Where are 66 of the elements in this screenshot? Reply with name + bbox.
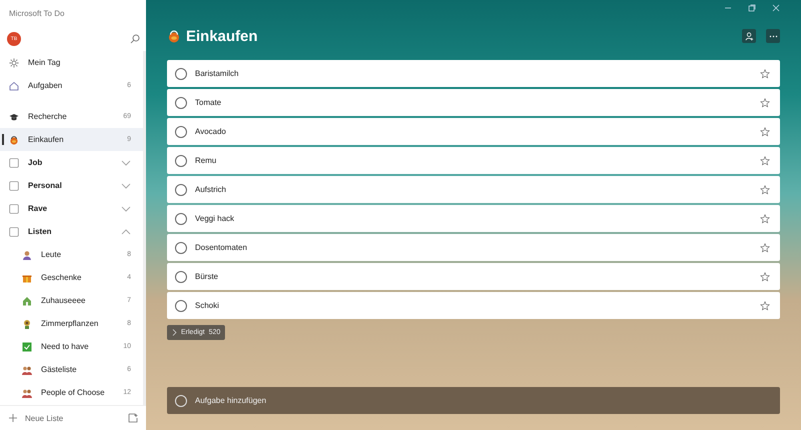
task-row[interactable]: Aufstrich xyxy=(167,176,780,203)
group-icon xyxy=(9,180,19,190)
checkmark-icon xyxy=(22,342,32,352)
home-icon xyxy=(9,80,19,90)
chevron-down-icon xyxy=(121,182,131,188)
people-icon xyxy=(22,388,32,398)
maximize-icon xyxy=(748,4,756,12)
new-group-icon xyxy=(128,413,138,423)
group-icon xyxy=(9,204,19,214)
add-task-field[interactable]: Aufgabe hinzufügen xyxy=(167,387,780,414)
complete-checkbox[interactable] xyxy=(175,300,187,312)
star-icon xyxy=(760,68,770,78)
star-icon xyxy=(760,300,770,310)
group-icon xyxy=(9,158,19,168)
chevron-right-icon xyxy=(172,329,177,336)
task-row[interactable]: Tomate xyxy=(167,89,780,116)
task-row[interactable]: Schoki xyxy=(167,292,780,319)
task-row[interactable]: Baristamilch xyxy=(167,60,780,87)
people-icon xyxy=(22,364,32,374)
star-icon xyxy=(760,126,770,136)
task-row[interactable]: Remu xyxy=(167,147,780,174)
share-button[interactable] xyxy=(742,29,756,43)
group-header[interactable]: Listen xyxy=(0,220,143,243)
complete-checkbox[interactable] xyxy=(175,270,187,282)
complete-checkbox[interactable] xyxy=(175,68,187,80)
close-icon xyxy=(772,4,780,12)
chevron-down-icon xyxy=(121,206,131,212)
star-icon xyxy=(760,242,770,252)
gift-icon xyxy=(22,272,32,282)
task-row[interactable]: Veggi hack xyxy=(167,205,780,232)
person-icon xyxy=(22,250,32,260)
flower-icon xyxy=(22,318,32,328)
task-row[interactable]: Bürste xyxy=(167,263,780,290)
complete-checkbox[interactable] xyxy=(175,184,187,196)
star-icon xyxy=(760,184,770,194)
chevron-down-icon xyxy=(121,160,131,166)
group-header[interactable]: Rave xyxy=(0,197,143,220)
basket-icon xyxy=(167,29,181,43)
task-row[interactable]: Avocado xyxy=(167,118,780,145)
star-icon xyxy=(760,214,770,224)
complete-checkbox[interactable] xyxy=(175,96,187,108)
sun-icon xyxy=(9,58,19,68)
basket-icon xyxy=(9,134,19,144)
search-icon xyxy=(130,34,140,44)
complete-checkbox[interactable] xyxy=(175,242,187,254)
group-icon xyxy=(9,226,19,236)
group-header[interactable]: Personal xyxy=(0,174,143,197)
group-header[interactable]: Job xyxy=(0,151,143,174)
star-icon xyxy=(760,156,770,166)
chevron-up-icon xyxy=(121,228,131,234)
sidebar-item[interactable]: Mein Tag xyxy=(0,51,143,74)
complete-checkbox[interactable] xyxy=(175,212,187,224)
star-icon xyxy=(760,98,770,108)
more-icon xyxy=(768,34,778,38)
complete-checkbox[interactable] xyxy=(175,126,187,138)
graduation-cap-icon xyxy=(9,112,19,122)
list-title: Einkaufen xyxy=(186,28,259,44)
star-icon xyxy=(760,272,770,282)
more-button[interactable] xyxy=(766,29,780,43)
house-icon xyxy=(22,296,32,306)
complete-checkbox[interactable] xyxy=(175,154,187,166)
new-list-button[interactable]: Neue Liste xyxy=(25,414,121,422)
window-title: Microsoft To Do xyxy=(8,8,66,20)
plus-icon xyxy=(8,413,18,423)
task-row[interactable]: Dosentomaten xyxy=(167,234,780,261)
circle-icon xyxy=(175,395,187,407)
